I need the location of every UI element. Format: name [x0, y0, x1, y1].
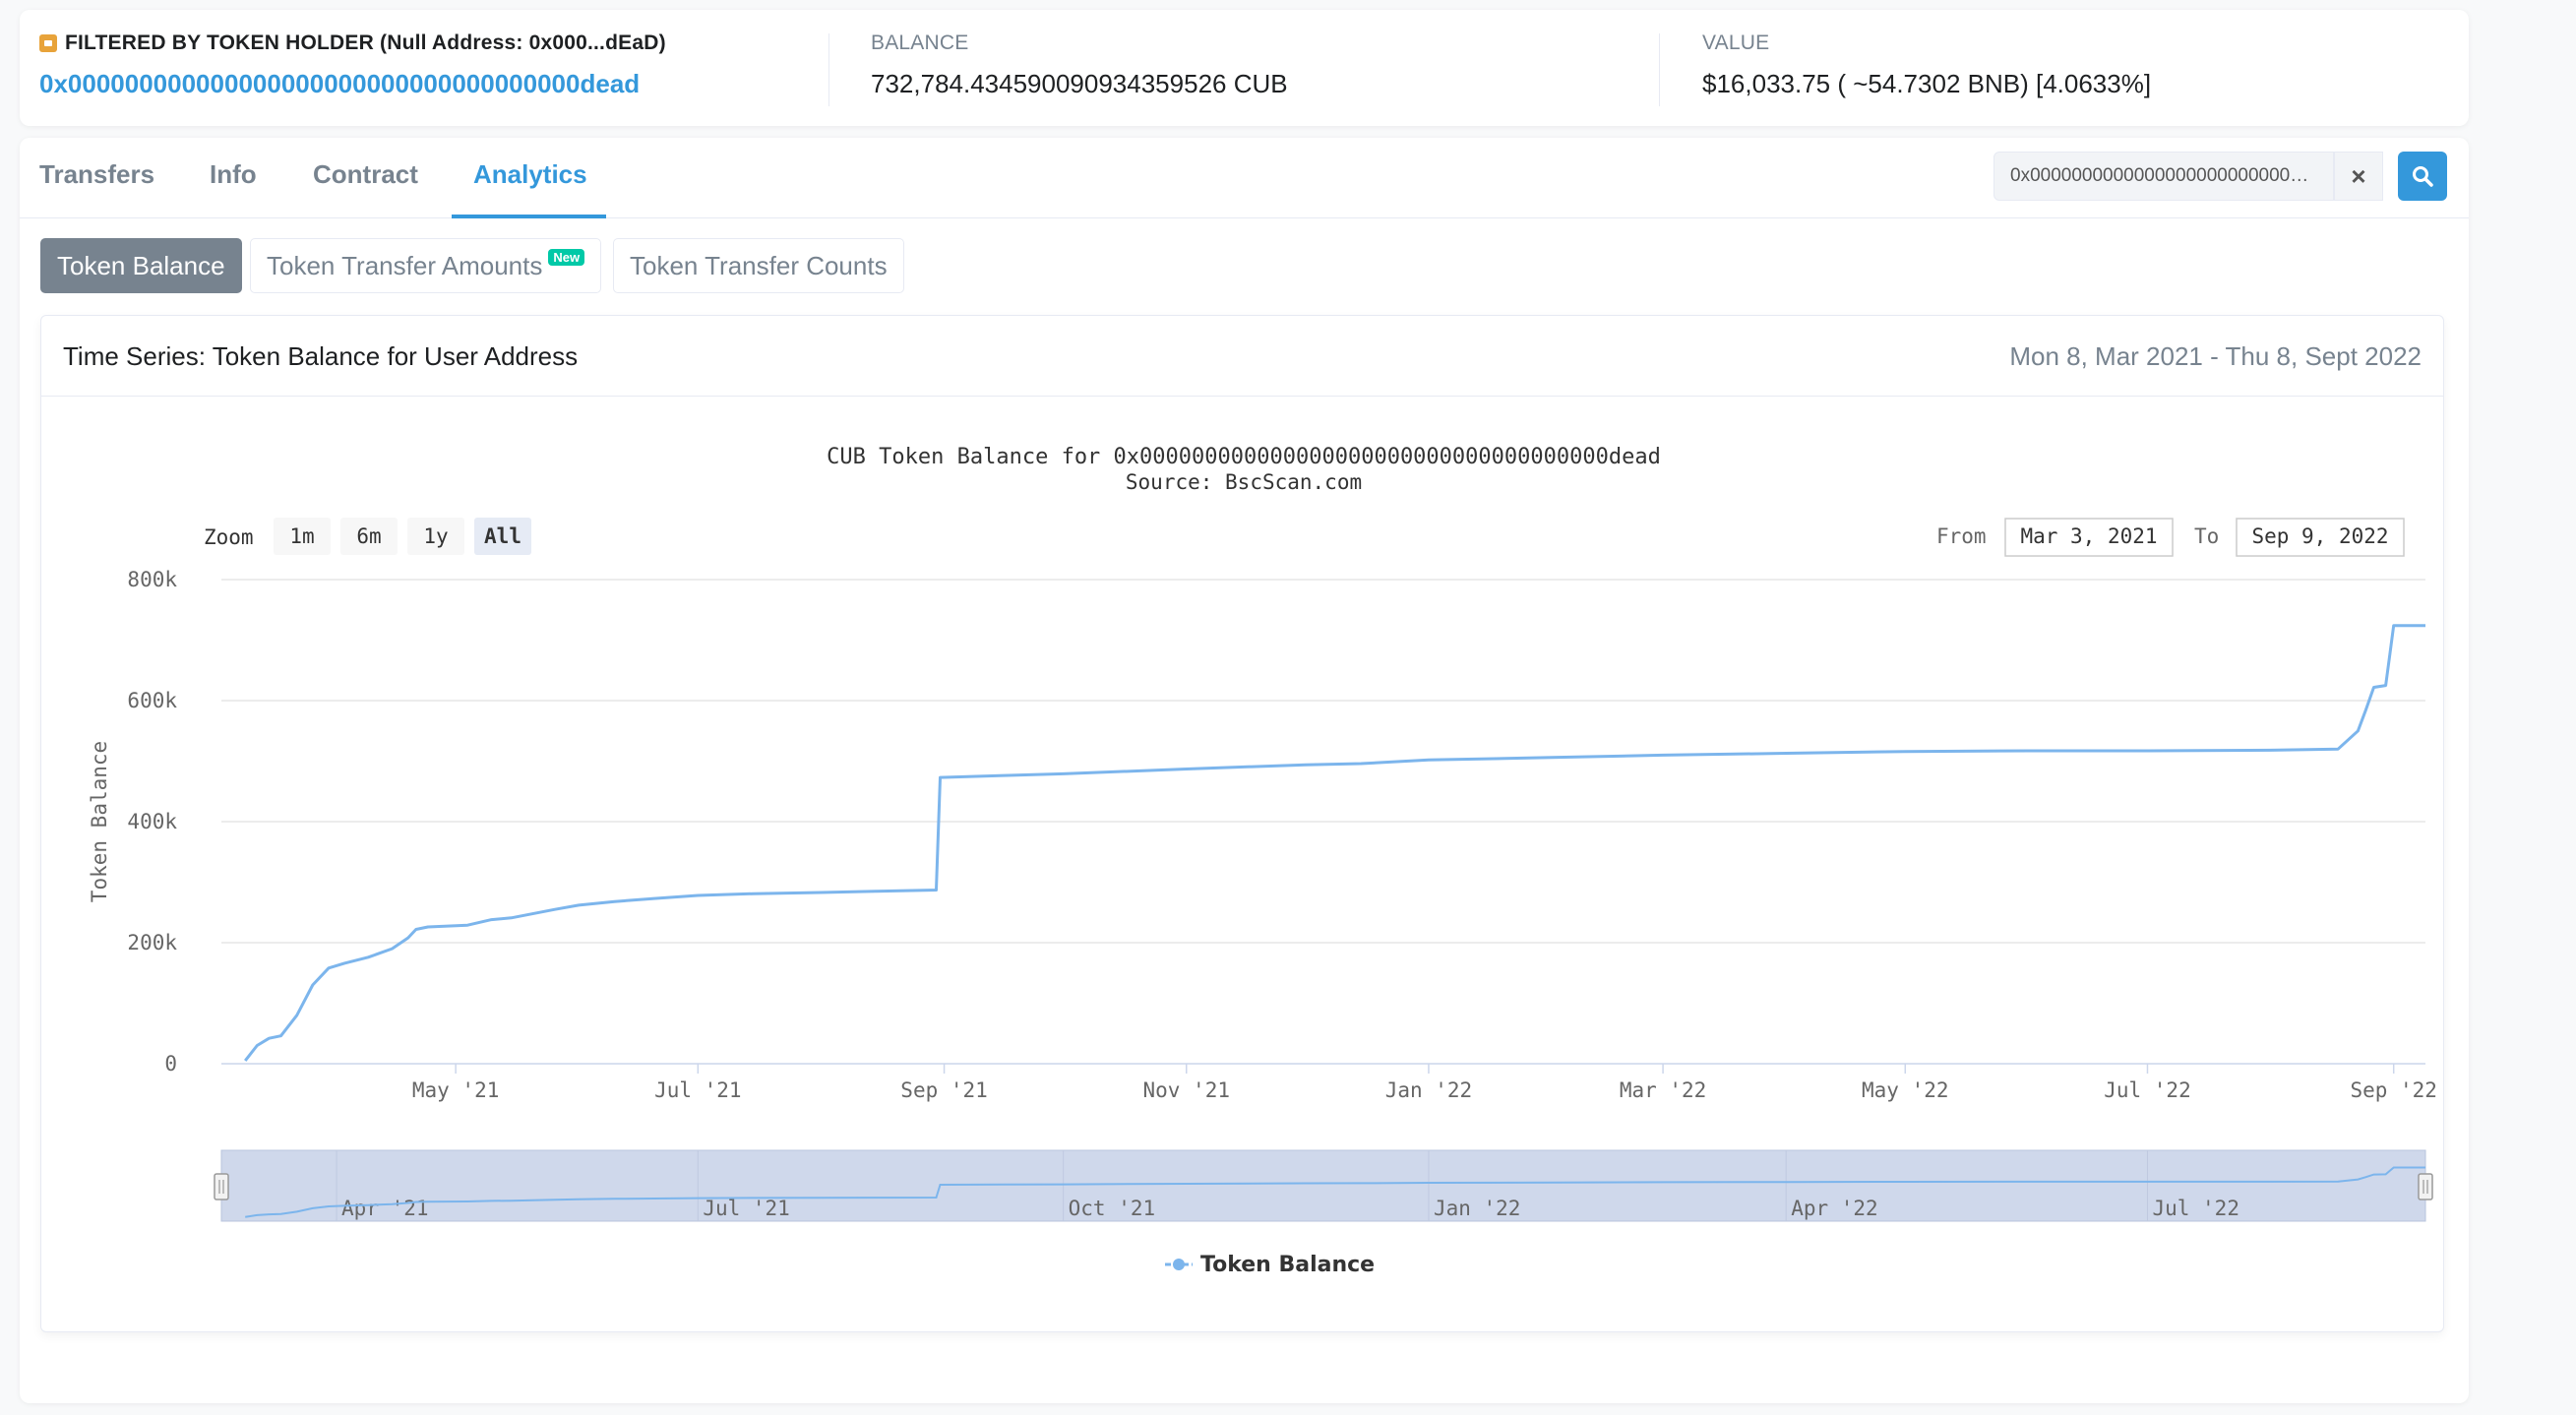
- holder-filter: FILTERED BY TOKEN HOLDER (Null Address: …: [39, 31, 666, 99]
- analytics-panel: Time Series: Token Balance for User Addr…: [40, 315, 2444, 1332]
- navigator-tick-label: Jul '21: [703, 1197, 790, 1220]
- divider: [1659, 33, 1660, 106]
- legend-item-token-balance[interactable]: Token Balance: [1200, 1253, 1375, 1277]
- subtab-token-transfer-amounts[interactable]: Token Transfer Amounts New: [250, 238, 602, 293]
- holder-filter-label: FILTERED BY TOKEN HOLDER (Null Address: …: [39, 31, 666, 55]
- address-filter-input[interactable]: 0x000000000000000000000000000...: [1993, 152, 2334, 201]
- subtab-token-transfer-counts[interactable]: Token Transfer Counts: [613, 238, 904, 293]
- search-icon: [2413, 166, 2433, 187]
- zoom-button-label: 6m: [356, 524, 381, 548]
- x-tick-label: Jul '21: [654, 1078, 742, 1102]
- x-tick-label: May '22: [1862, 1078, 1949, 1102]
- tab-info[interactable]: Info: [210, 159, 257, 190]
- subtab-token-balance[interactable]: Token Balance: [40, 238, 242, 293]
- clear-filter-button[interactable]: ×: [2334, 152, 2383, 201]
- navigator-tick-label: Jul '22: [2152, 1197, 2239, 1220]
- close-icon: ×: [2351, 160, 2366, 191]
- x-tick-label: Jul '22: [2104, 1078, 2191, 1102]
- zoom-label: Zoom: [204, 525, 254, 549]
- navigator-tick-label: Oct '21: [1069, 1197, 1156, 1220]
- y-tick-label: 400k: [127, 810, 177, 833]
- tab-contract[interactable]: Contract: [313, 159, 418, 190]
- active-tab-indicator: [452, 215, 606, 218]
- balance-label: BALANCE: [871, 31, 969, 54]
- range-to-value: Sep 9, 2022: [2251, 524, 2388, 548]
- balance-value: 732,784.434590090934359526 CUB: [871, 69, 1288, 98]
- navigator-tick-label: Apr '21: [341, 1197, 429, 1220]
- x-tick-label: Nov '21: [1142, 1078, 1230, 1102]
- token-holder-icon: [39, 34, 57, 52]
- value-stat: VALUE $16,033.75 ( ~54.7302 BNB) [4.0633…: [1702, 31, 2151, 99]
- range-to-label: To: [2194, 524, 2219, 548]
- series-line-token-balance: [244, 624, 2425, 1062]
- balance-stat: BALANCE 732,784.434590090934359526 CUB: [871, 31, 1288, 99]
- token-holder-summary: FILTERED BY TOKEN HOLDER (Null Address: …: [20, 10, 2469, 126]
- y-tick-label: 0: [164, 1052, 177, 1076]
- chart-subtitle: Source: BscScan.com: [1126, 470, 1362, 494]
- new-badge: New: [548, 248, 585, 266]
- tab-bar: Transfers Info Contract Analytics 0x0000…: [20, 138, 2469, 218]
- value-label: VALUE: [1702, 31, 1770, 54]
- token-balance-chart: CUB Token Balance for 0x0000000000000000…: [88, 445, 2437, 1277]
- y-tick-label: 200k: [127, 931, 177, 954]
- range-from-label: From: [1936, 524, 1987, 548]
- navigator-left-handle[interactable]: [214, 1173, 229, 1200]
- y-tick-label: 800k: [127, 568, 177, 591]
- chart-title: CUB Token Balance for 0x0000000000000000…: [827, 445, 1661, 469]
- y-axis-title: Token Balance: [88, 741, 111, 902]
- x-tick-label: Jan '22: [1385, 1078, 1473, 1102]
- search-button[interactable]: [2398, 152, 2447, 201]
- tab-analytics[interactable]: Analytics: [473, 159, 587, 190]
- navigator-tick-label: Apr '22: [1791, 1197, 1878, 1220]
- range-from-value: Mar 3, 2021: [2020, 524, 2157, 548]
- divider: [828, 33, 829, 106]
- x-tick-label: Sep '21: [900, 1078, 988, 1102]
- tab-transfers[interactable]: Transfers: [39, 159, 154, 190]
- navigator-right-handle[interactable]: [2418, 1173, 2433, 1200]
- x-tick-label: Sep '22: [2350, 1078, 2437, 1102]
- legend-marker: [1173, 1259, 1185, 1270]
- value-amount: $16,033.75 ( ~54.7302 BNB) [4.0633%]: [1702, 69, 2152, 98]
- x-tick-label: May '21: [412, 1078, 500, 1102]
- zoom-button-label: 1m: [289, 524, 314, 548]
- x-tick-label: Mar '22: [1620, 1078, 1707, 1102]
- holder-address-link[interactable]: 0x000000000000000000000000000000000000de…: [39, 69, 666, 99]
- token-detail-card: Transfers Info Contract Analytics 0x0000…: [20, 138, 2469, 1403]
- subtab-label: Token Transfer Amounts: [267, 250, 543, 280]
- holder-filter-text: FILTERED BY TOKEN HOLDER (Null Address: …: [65, 31, 666, 54]
- zoom-button-label: All: [484, 524, 521, 548]
- navigator-selected-range[interactable]: [220, 1149, 2426, 1222]
- y-tick-label: 600k: [127, 689, 177, 712]
- navigator-tick-label: Jan '22: [1434, 1197, 1521, 1220]
- zoom-button-label: 1y: [423, 524, 448, 548]
